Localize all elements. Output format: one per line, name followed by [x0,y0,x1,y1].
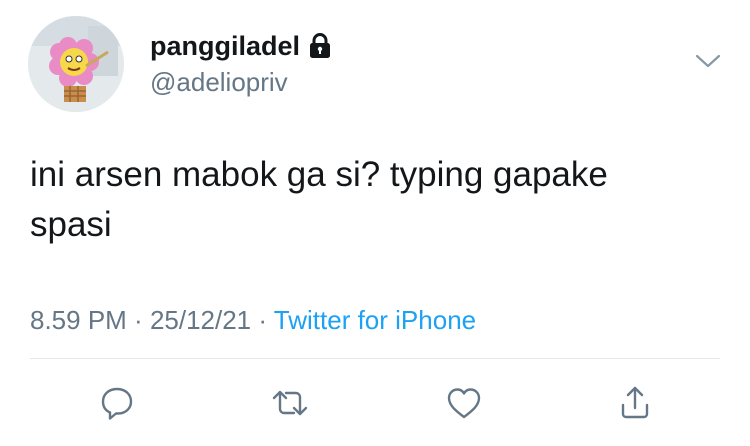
heart-icon [444,383,484,423]
lock-icon [308,33,332,59]
avatar[interactable] [28,16,124,112]
retweet-button[interactable] [267,380,313,426]
tweet-source-link[interactable]: Twitter for iPhone [274,305,476,335]
display-name[interactable]: panggiladel [150,30,300,62]
share-icon [615,383,655,423]
retweet-icon [269,383,311,423]
meta-separator: · [126,305,150,335]
reply-icon [97,383,137,423]
like-button[interactable] [441,380,487,426]
tweet-text-line-1: ini arsen mabok ga si? typing gapake [30,155,608,194]
display-name-row: panggiladel [150,30,332,62]
tweet-time[interactable]: 8.59 PM [30,305,127,335]
tweet-text-line-2: spasi [30,205,112,244]
avatar-image [28,16,124,112]
divider [30,358,720,359]
share-button[interactable] [612,380,658,426]
tweet-meta: 8.59 PM · 25/12/21 · Twitter for iPhone [30,302,476,338]
tweet-date[interactable]: 25/12/21 [150,305,251,335]
username[interactable]: @adeliopriv [150,66,288,98]
meta-separator: · [251,305,274,335]
tweet-text: ini arsen mabok ga si? typing gapake spa… [30,150,720,250]
chevron-down-icon[interactable] [694,50,722,72]
reply-button[interactable] [94,380,140,426]
